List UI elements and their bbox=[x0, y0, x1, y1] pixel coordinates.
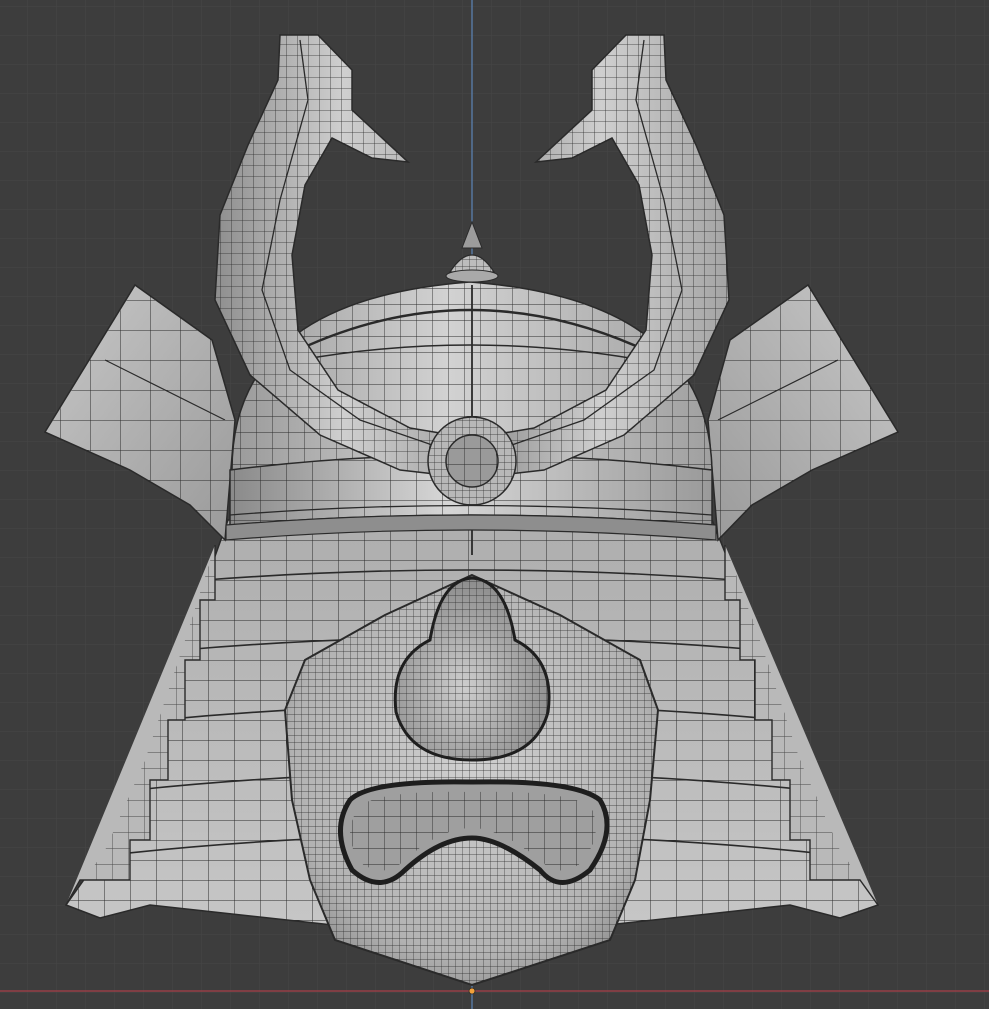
origin-point[interactable] bbox=[468, 987, 476, 995]
3d-viewport[interactable] bbox=[0, 0, 989, 1009]
front-ring-emblem[interactable] bbox=[427, 416, 517, 506]
viewport-canvas[interactable] bbox=[0, 0, 989, 1009]
